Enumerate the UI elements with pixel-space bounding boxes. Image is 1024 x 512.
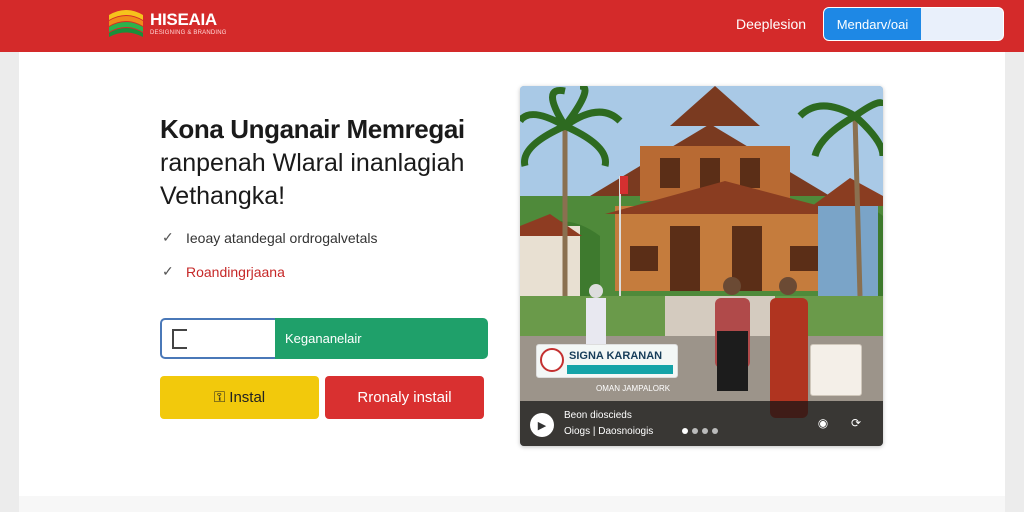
badge-seal-icon xyxy=(540,348,564,372)
email-input[interactable]: Kegananelair xyxy=(160,318,488,359)
hero-title-line-2: ranpenah Wlaral inanlagiah xyxy=(160,149,465,177)
camera-icon[interactable]: ◉ xyxy=(813,413,833,433)
badge-subtitle: OMAN JAMPALORK xyxy=(596,384,671,393)
badge-title: SIGNA KARANAN xyxy=(569,350,663,362)
brand-name[interactable]: HISEAIA xyxy=(150,10,217,30)
feature-item-1: Ieoay atandegal ordrogalvetals xyxy=(186,230,378,246)
caption-line-2: Oiogs | Daosnoiogis xyxy=(564,426,654,437)
check-icon: ✓ xyxy=(162,229,174,245)
share-icon[interactable]: ⟳ xyxy=(846,413,866,433)
caption-overlay: ▶ Beon dioscieds Oiogs | Daosnoiogis ◉ ⟳ xyxy=(520,401,883,446)
top-bar: HISEAIA DESIGNING & BRANDING Deeplesion … xyxy=(0,0,1024,52)
secondary-install-button[interactable]: Rronaly instail xyxy=(325,376,484,419)
carousel-dots[interactable] xyxy=(682,428,718,434)
carousel-dot[interactable] xyxy=(712,428,718,434)
qr-code-icon xyxy=(810,344,862,396)
install-button-label: Instal xyxy=(229,389,266,406)
feature-item-2: Roandingrjaana xyxy=(186,264,285,280)
play-icon[interactable]: ▶ xyxy=(530,413,554,437)
hero-photo: SIGNA KARANAN OMAN JAMPALORK ▶ Beon dios… xyxy=(520,86,883,446)
nav-cta-container[interactable]: Mendarv/oai xyxy=(823,7,1004,41)
input-icon xyxy=(172,329,187,349)
check-icon: ✓ xyxy=(162,263,174,279)
carousel-dot[interactable] xyxy=(702,428,708,434)
install-button[interactable]: ⚿ Instal xyxy=(160,376,319,419)
carousel-dot[interactable] xyxy=(682,428,688,434)
key-icon: ⚿ xyxy=(213,389,226,406)
footer-strip xyxy=(19,496,1005,512)
nav-link[interactable]: Deeplesion xyxy=(736,16,806,32)
brand-tagline: DESIGNING & BRANDING xyxy=(150,30,227,36)
hero-title-line-1: Kona Unganair Memregai xyxy=(160,114,465,144)
badge-card: SIGNA KARANAN xyxy=(536,344,678,378)
brand-logo-icon[interactable] xyxy=(107,7,145,39)
email-submit-button[interactable]: Kegananelair xyxy=(275,318,488,359)
hero-title-line-3: Vethangka! xyxy=(160,182,286,210)
carousel-dot[interactable] xyxy=(692,428,698,434)
badge-bar xyxy=(567,365,673,374)
nav-cta-button[interactable]: Mendarv/oai xyxy=(824,8,921,40)
caption-line-1: Beon dioscieds xyxy=(564,410,632,421)
